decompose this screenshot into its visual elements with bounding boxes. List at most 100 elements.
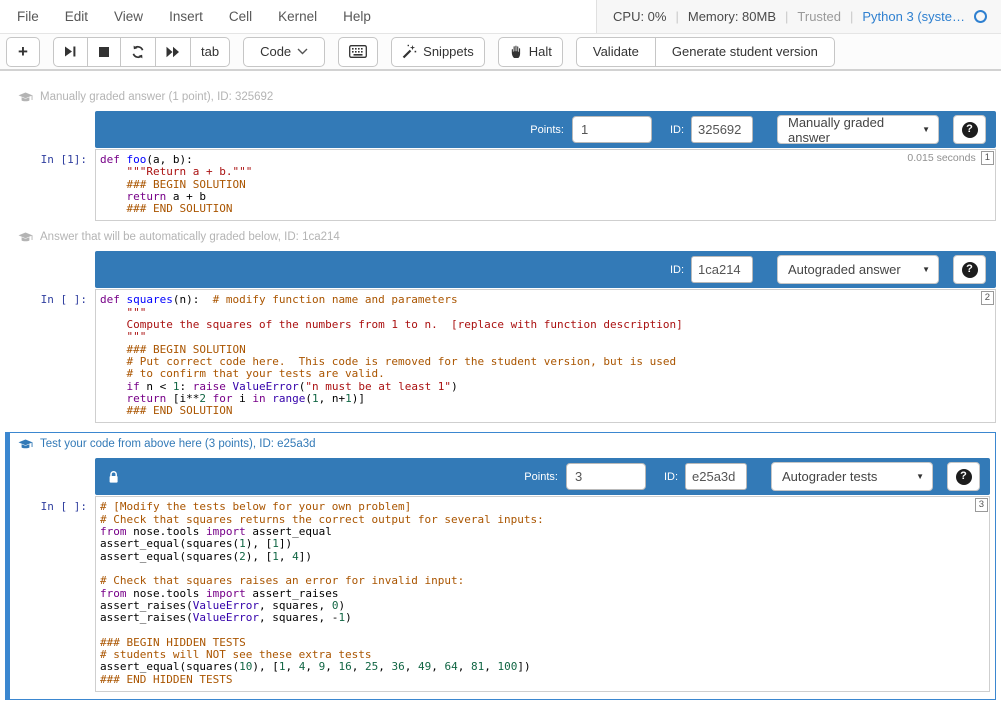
- cell-type-select[interactable]: Autograded answer ▼: [777, 255, 939, 284]
- exec-info: 3: [975, 497, 989, 512]
- code-lines: def foo(a, b): """Return a + b.""" ### B…: [100, 154, 989, 215]
- notebook-cell: Test your code from above here (3 points…: [5, 432, 996, 699]
- code-editor[interactable]: 2 def squares(n): # modify function name…: [95, 289, 996, 423]
- nbgrader-header-bar: ID: Autograded answer ▼ ?: [95, 251, 996, 288]
- id-label: ID:: [664, 471, 678, 483]
- menu-help[interactable]: Help: [330, 9, 384, 24]
- generate-button-label: Generate student version: [672, 44, 818, 59]
- points-label: Points:: [524, 471, 558, 483]
- graduation-cap-icon: [18, 439, 33, 450]
- id-input[interactable]: [691, 256, 753, 283]
- cell-index-badge: 2: [981, 291, 994, 305]
- magic-wand-icon: [402, 44, 417, 59]
- nbgrader-cell-label: Answer that will be automatically graded…: [18, 231, 1001, 243]
- graduation-cap-icon: [18, 92, 33, 103]
- cell-type-select[interactable]: Manually graded answer ▼: [777, 115, 939, 144]
- restart-icon: [131, 45, 145, 59]
- stop-icon: [98, 46, 110, 58]
- kernel-name[interactable]: Python 3 (syste…: [862, 9, 965, 24]
- stop-button[interactable]: [87, 37, 121, 67]
- cell-label-text: Answer that will be automatically graded…: [40, 231, 340, 243]
- input-prompt: In [ ]:: [10, 496, 95, 691]
- keyboard-shortcuts-button[interactable]: [338, 37, 378, 67]
- input-prompt: In [ ]:: [0, 289, 95, 423]
- run-cell-button[interactable]: [53, 37, 88, 67]
- id-label: ID:: [670, 124, 684, 136]
- status-separator: |: [850, 9, 853, 24]
- code-lines: # [Modify the tests below for your own p…: [100, 501, 983, 685]
- insert-cell-button[interactable]: +: [6, 37, 40, 67]
- snippets-button[interactable]: Snippets: [391, 37, 485, 67]
- help-button[interactable]: ?: [953, 255, 986, 284]
- input-prompt: In [1]:: [0, 149, 95, 221]
- cell-index-badge: 1: [981, 151, 994, 165]
- restart-kernel-button[interactable]: [120, 37, 156, 67]
- lock-icon: [107, 470, 120, 484]
- menubar: File Edit View Insert Cell Kernel Help C…: [0, 0, 1001, 34]
- menu-edit[interactable]: Edit: [52, 9, 101, 24]
- cell-type-select-value: Autograded answer: [788, 262, 922, 277]
- run-all-button[interactable]: [155, 37, 191, 67]
- exec-info: 2: [981, 290, 995, 305]
- select-caret-icon: ▼: [922, 125, 930, 134]
- run-button-group: tab: [53, 37, 230, 67]
- cell-type-select[interactable]: Autograder tests ▼: [771, 462, 933, 491]
- kernel-status-icon: [974, 10, 987, 23]
- id-label: ID:: [670, 264, 684, 276]
- menu-view[interactable]: View: [101, 9, 156, 24]
- validate-button[interactable]: Validate: [576, 37, 656, 67]
- graduation-cap-icon: [18, 232, 33, 243]
- code-cell-row: In [1]: 0.015 seconds 1 def foo(a, b): "…: [0, 149, 1001, 221]
- menu-file[interactable]: File: [4, 9, 52, 24]
- step-forward-icon: [64, 45, 77, 58]
- halt-button-label: Halt: [529, 44, 552, 59]
- points-input[interactable]: [566, 463, 646, 490]
- cpu-indicator[interactable]: CPU: 0%: [613, 9, 666, 24]
- status-separator: |: [675, 9, 678, 24]
- points-label: Points:: [530, 124, 564, 136]
- cell-type-select-value: Autograder tests: [782, 469, 916, 484]
- cell-type-dropdown[interactable]: Code: [243, 37, 325, 67]
- tab-complete-button[interactable]: tab: [190, 37, 230, 67]
- menu-cell[interactable]: Cell: [216, 9, 265, 24]
- menu-items: File Edit View Insert Cell Kernel Help: [0, 0, 596, 33]
- code-editor[interactable]: 3 # [Modify the tests below for your own…: [95, 496, 990, 691]
- points-input[interactable]: [572, 116, 652, 143]
- id-input[interactable]: [685, 463, 747, 490]
- nbgrader-header-bar: Points: ID: Autograder tests ▼ ?: [95, 458, 990, 495]
- plus-icon: +: [18, 43, 28, 60]
- help-button[interactable]: ?: [953, 115, 986, 144]
- code-cell-row: In [ ]: 3 # [Modify the tests below for …: [10, 496, 995, 691]
- chevron-down-icon: [297, 48, 308, 55]
- notebook: Manually graded answer (1 point), ID: 32…: [0, 71, 1001, 700]
- status-bar: CPU: 0% | Memory: 80MB | Trusted | Pytho…: [596, 0, 1001, 33]
- code-editor[interactable]: 0.015 seconds 1 def foo(a, b): """Return…: [95, 149, 996, 221]
- menu-kernel[interactable]: Kernel: [265, 9, 330, 24]
- exec-time: 0.015 seconds: [907, 152, 975, 164]
- nbgrader-cell-label: Test your code from above here (3 points…: [18, 438, 995, 450]
- halt-button[interactable]: Halt: [498, 37, 563, 67]
- select-caret-icon: ▼: [916, 472, 924, 481]
- cell-index-badge: 3: [975, 498, 988, 512]
- memory-indicator[interactable]: Memory: 80MB: [688, 9, 776, 24]
- menu-insert[interactable]: Insert: [156, 9, 216, 24]
- nbgrader-cell-label: Manually graded answer (1 point), ID: 32…: [18, 91, 1001, 103]
- question-mark-icon: ?: [962, 262, 978, 278]
- trusted-indicator: Trusted: [797, 9, 841, 24]
- cell-label-text: Test your code from above here (3 points…: [40, 438, 316, 450]
- notebook-cell: Answer that will be automatically graded…: [0, 231, 1001, 423]
- question-mark-icon: ?: [956, 469, 972, 485]
- cell-label-text: Manually graded answer (1 point), ID: 32…: [40, 91, 273, 103]
- question-mark-icon: ?: [962, 122, 978, 138]
- generate-student-version-button[interactable]: Generate student version: [655, 37, 835, 67]
- code-lines: def squares(n): # modify function name a…: [100, 294, 989, 417]
- help-button[interactable]: ?: [947, 462, 980, 491]
- exec-info: 0.015 seconds 1: [907, 150, 995, 165]
- id-input[interactable]: [691, 116, 753, 143]
- nbgrader-header-bar: Points: ID: Manually graded answer ▼ ?: [95, 111, 996, 148]
- cell-type-dropdown-label: Code: [260, 44, 291, 59]
- toolbar: + tab Code Snippets Halt Valida: [0, 34, 1001, 71]
- cell-type-select-value: Manually graded answer: [788, 115, 922, 145]
- fast-forward-icon: [166, 46, 180, 58]
- nbgrader-button-group: Validate Generate student version: [576, 37, 835, 67]
